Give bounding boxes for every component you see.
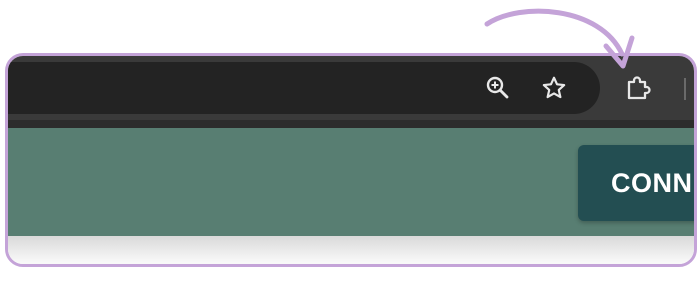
toolbar-divider [684, 78, 686, 100]
highlight-frame: CONN [5, 53, 697, 267]
page-header-band: CONN [8, 128, 694, 236]
toolbar-edge [8, 120, 694, 128]
page-content-area [8, 236, 694, 264]
bookmark-star-icon[interactable] [538, 72, 570, 104]
connect-button[interactable]: CONN [578, 145, 694, 221]
zoom-in-icon[interactable] [482, 72, 514, 104]
extensions-puzzle-icon[interactable] [622, 72, 654, 104]
browser-toolbar [8, 56, 694, 120]
